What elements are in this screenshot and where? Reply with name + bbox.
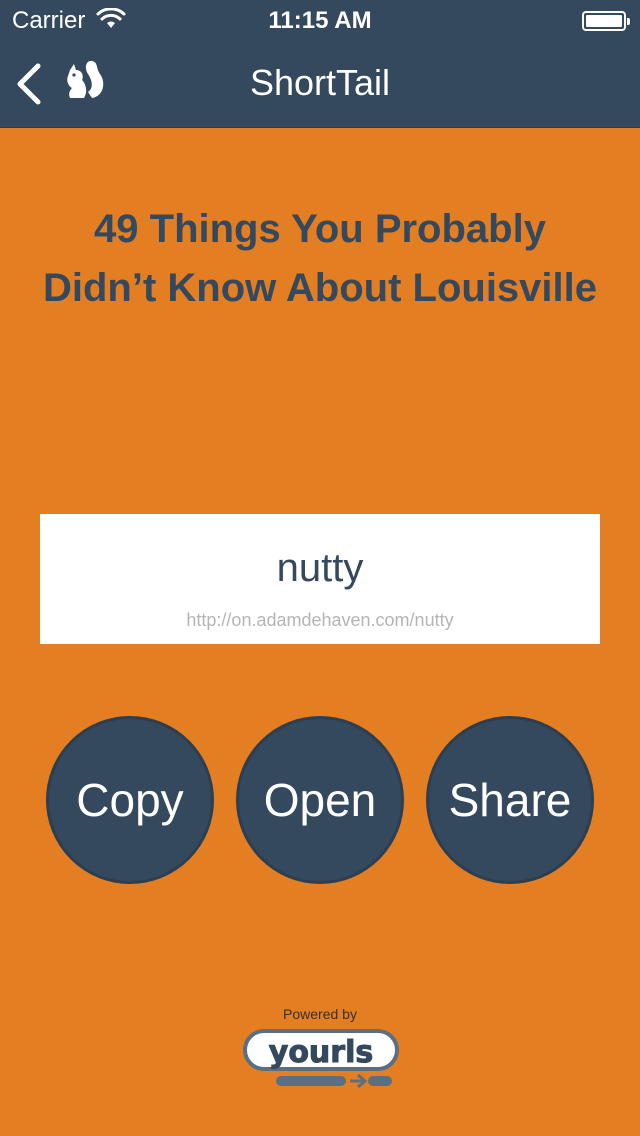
yourls-logo: yourls [243, 1029, 399, 1089]
svg-text:yourls: yourls [269, 1035, 373, 1070]
open-button[interactable]: Open [236, 716, 404, 884]
short-link-keyword: nutty [276, 546, 364, 590]
share-button[interactable]: Share [426, 716, 594, 884]
copy-button[interactable]: Copy [46, 716, 214, 884]
nav-title: ShortTail [249, 62, 391, 103]
short-link-url: http://on.adamdehaven.com/nutty [186, 610, 454, 630]
status-bar: Carrier 11:15 AM [0, 0, 640, 40]
navigation-bar: ShortTail [0, 40, 640, 128]
battery-icon [582, 11, 630, 31]
powered-by-label: Powered by [283, 1006, 357, 1022]
status-time: 11:15 AM [268, 7, 372, 34]
article-title: 49 Things You Probably Didn’t Know About… [42, 207, 598, 310]
top-bar: Carrier 11:15 AM ShortTail [0, 0, 640, 128]
short-link-card: nutty http://on.adamdehaven.com/nutty [40, 514, 600, 644]
